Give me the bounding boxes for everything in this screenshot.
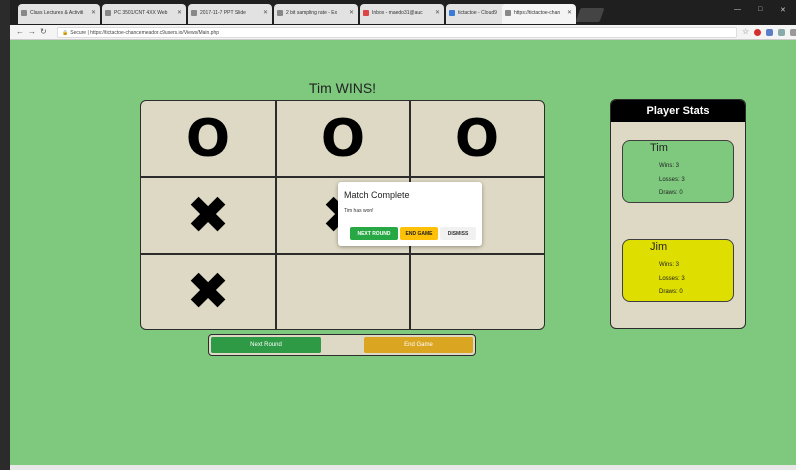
close-icon[interactable]: ✕ <box>263 9 268 16</box>
url-text: https://tictactoe-chancemeador.c9users.i… <box>90 30 220 36</box>
browser-tab[interactable]: Class Lectures & Activiti ✕ <box>18 4 100 24</box>
browser-tab-active[interactable]: https://tictactoe-chan ✕ <box>502 4 576 24</box>
player-wins: Wins: 3 <box>659 262 680 268</box>
next-round-button[interactable]: Next Round <box>211 337 321 353</box>
grid-line <box>141 176 544 178</box>
browser-tab[interactable]: Inbox - maedo31@auc ✕ <box>360 4 444 24</box>
tab-title: 2 bit sampling rate - Ex <box>286 10 338 16</box>
extension-icon[interactable] <box>778 29 785 36</box>
tab-title: https://tictactoe-chan <box>514 10 561 16</box>
dismiss-button[interactable]: DISMISS <box>440 227 476 240</box>
board-cell[interactable] <box>276 254 410 329</box>
grid-line <box>275 101 277 329</box>
tab-title: Class Lectures & Activiti <box>30 10 84 16</box>
player-losses: Losses: 3 <box>659 276 685 282</box>
favicon-icon <box>191 10 197 16</box>
player-wins: Wins: 3 <box>659 163 680 169</box>
lock-icon: 🔒 <box>62 30 69 36</box>
tab-title: PC 3501/CNT 4XX Web <box>114 10 168 16</box>
maximize-icon[interactable]: □ <box>758 6 762 13</box>
game-controls: Next Round End Game <box>208 334 476 356</box>
player-stats-panel: Player Stats Tim Wins: 3 Losses: 3 Draws… <box>610 99 746 329</box>
player-name: Tim <box>650 142 668 154</box>
browser-tab[interactable]: PC 3501/CNT 4XX Web ✕ <box>102 4 186 24</box>
close-icon[interactable]: ✕ <box>91 9 96 16</box>
tab-title: 2017-11-7 PPT Slide <box>200 10 246 16</box>
dialog-message: Tim has won! <box>344 208 374 214</box>
player-losses: Losses: 3 <box>659 177 685 183</box>
adblock-icon[interactable] <box>754 29 761 36</box>
favicon-icon <box>105 10 111 16</box>
browser-toolbar: ← → ↻ 🔒 Secure | https://tictactoe-chance… <box>10 25 796 40</box>
stats-header: Player Stats <box>611 100 745 122</box>
gmail-icon <box>363 10 369 16</box>
player-draws: Draws: 0 <box>659 190 683 196</box>
favicon-icon <box>277 10 283 16</box>
browser-tab[interactable]: 2017-11-7 PPT Slide ✕ <box>188 4 272 24</box>
player-name: Jim <box>650 241 668 253</box>
favicon-icon <box>21 10 27 16</box>
forward-icon[interactable]: → <box>28 28 36 36</box>
close-icon[interactable]: ✕ <box>435 9 440 16</box>
grid-line <box>141 253 544 255</box>
browser-tab[interactable]: 2 bit sampling rate - Ex ✕ <box>274 4 358 24</box>
new-tab-button[interactable] <box>575 8 605 22</box>
page-bottom-edge <box>10 465 796 470</box>
board-cell[interactable]: O <box>410 101 544 177</box>
match-complete-dialog: Match Complete Tim has won! NEXT ROUND E… <box>338 182 482 246</box>
winner-title: Tim WINS! <box>308 80 377 96</box>
tab-title: tictactoe - Cloud9 <box>458 10 497 16</box>
close-icon[interactable]: ✕ <box>349 9 354 16</box>
secure-label: Secure <box>70 30 87 36</box>
page-icon <box>505 10 511 16</box>
board-cell[interactable]: ✖ <box>141 254 275 329</box>
browser-tab-bar: Class Lectures & Activiti ✕ PC 3501/CNT … <box>10 0 796 25</box>
end-game-button[interactable]: END GAME <box>400 227 438 240</box>
player-card: Tim Wins: 3 Losses: 3 Draws: 0 <box>622 140 734 203</box>
extension-icon[interactable] <box>766 29 773 36</box>
board-cell[interactable] <box>410 254 544 329</box>
star-icon[interactable]: ☆ <box>742 27 749 36</box>
player-draws: Draws: 0 <box>659 289 683 295</box>
close-window-icon[interactable]: ✕ <box>780 6 786 14</box>
address-bar[interactable]: 🔒 Secure | https://tictactoe-chancemeador… <box>57 27 737 38</box>
board-cell[interactable]: O <box>141 101 275 177</box>
board-cell[interactable]: O <box>276 101 410 177</box>
minimize-icon[interactable]: — <box>734 6 741 13</box>
tab-title: Inbox - maedo31@auc <box>372 10 423 16</box>
reload-icon[interactable]: ↻ <box>40 28 47 36</box>
menu-icon[interactable] <box>790 29 796 36</box>
player-card: Jim Wins: 3 Losses: 3 Draws: 0 <box>622 239 734 302</box>
end-game-button[interactable]: End Game <box>364 337 473 353</box>
close-icon[interactable]: ✕ <box>567 9 572 16</box>
board-cell[interactable]: ✖ <box>141 178 275 254</box>
next-round-button[interactable]: NEXT ROUND <box>350 227 398 240</box>
cloud9-icon <box>449 10 455 16</box>
close-icon[interactable]: ✕ <box>177 9 182 16</box>
screen-edge <box>0 0 10 470</box>
back-icon[interactable]: ← <box>16 28 24 36</box>
dialog-title: Match Complete <box>344 190 410 200</box>
